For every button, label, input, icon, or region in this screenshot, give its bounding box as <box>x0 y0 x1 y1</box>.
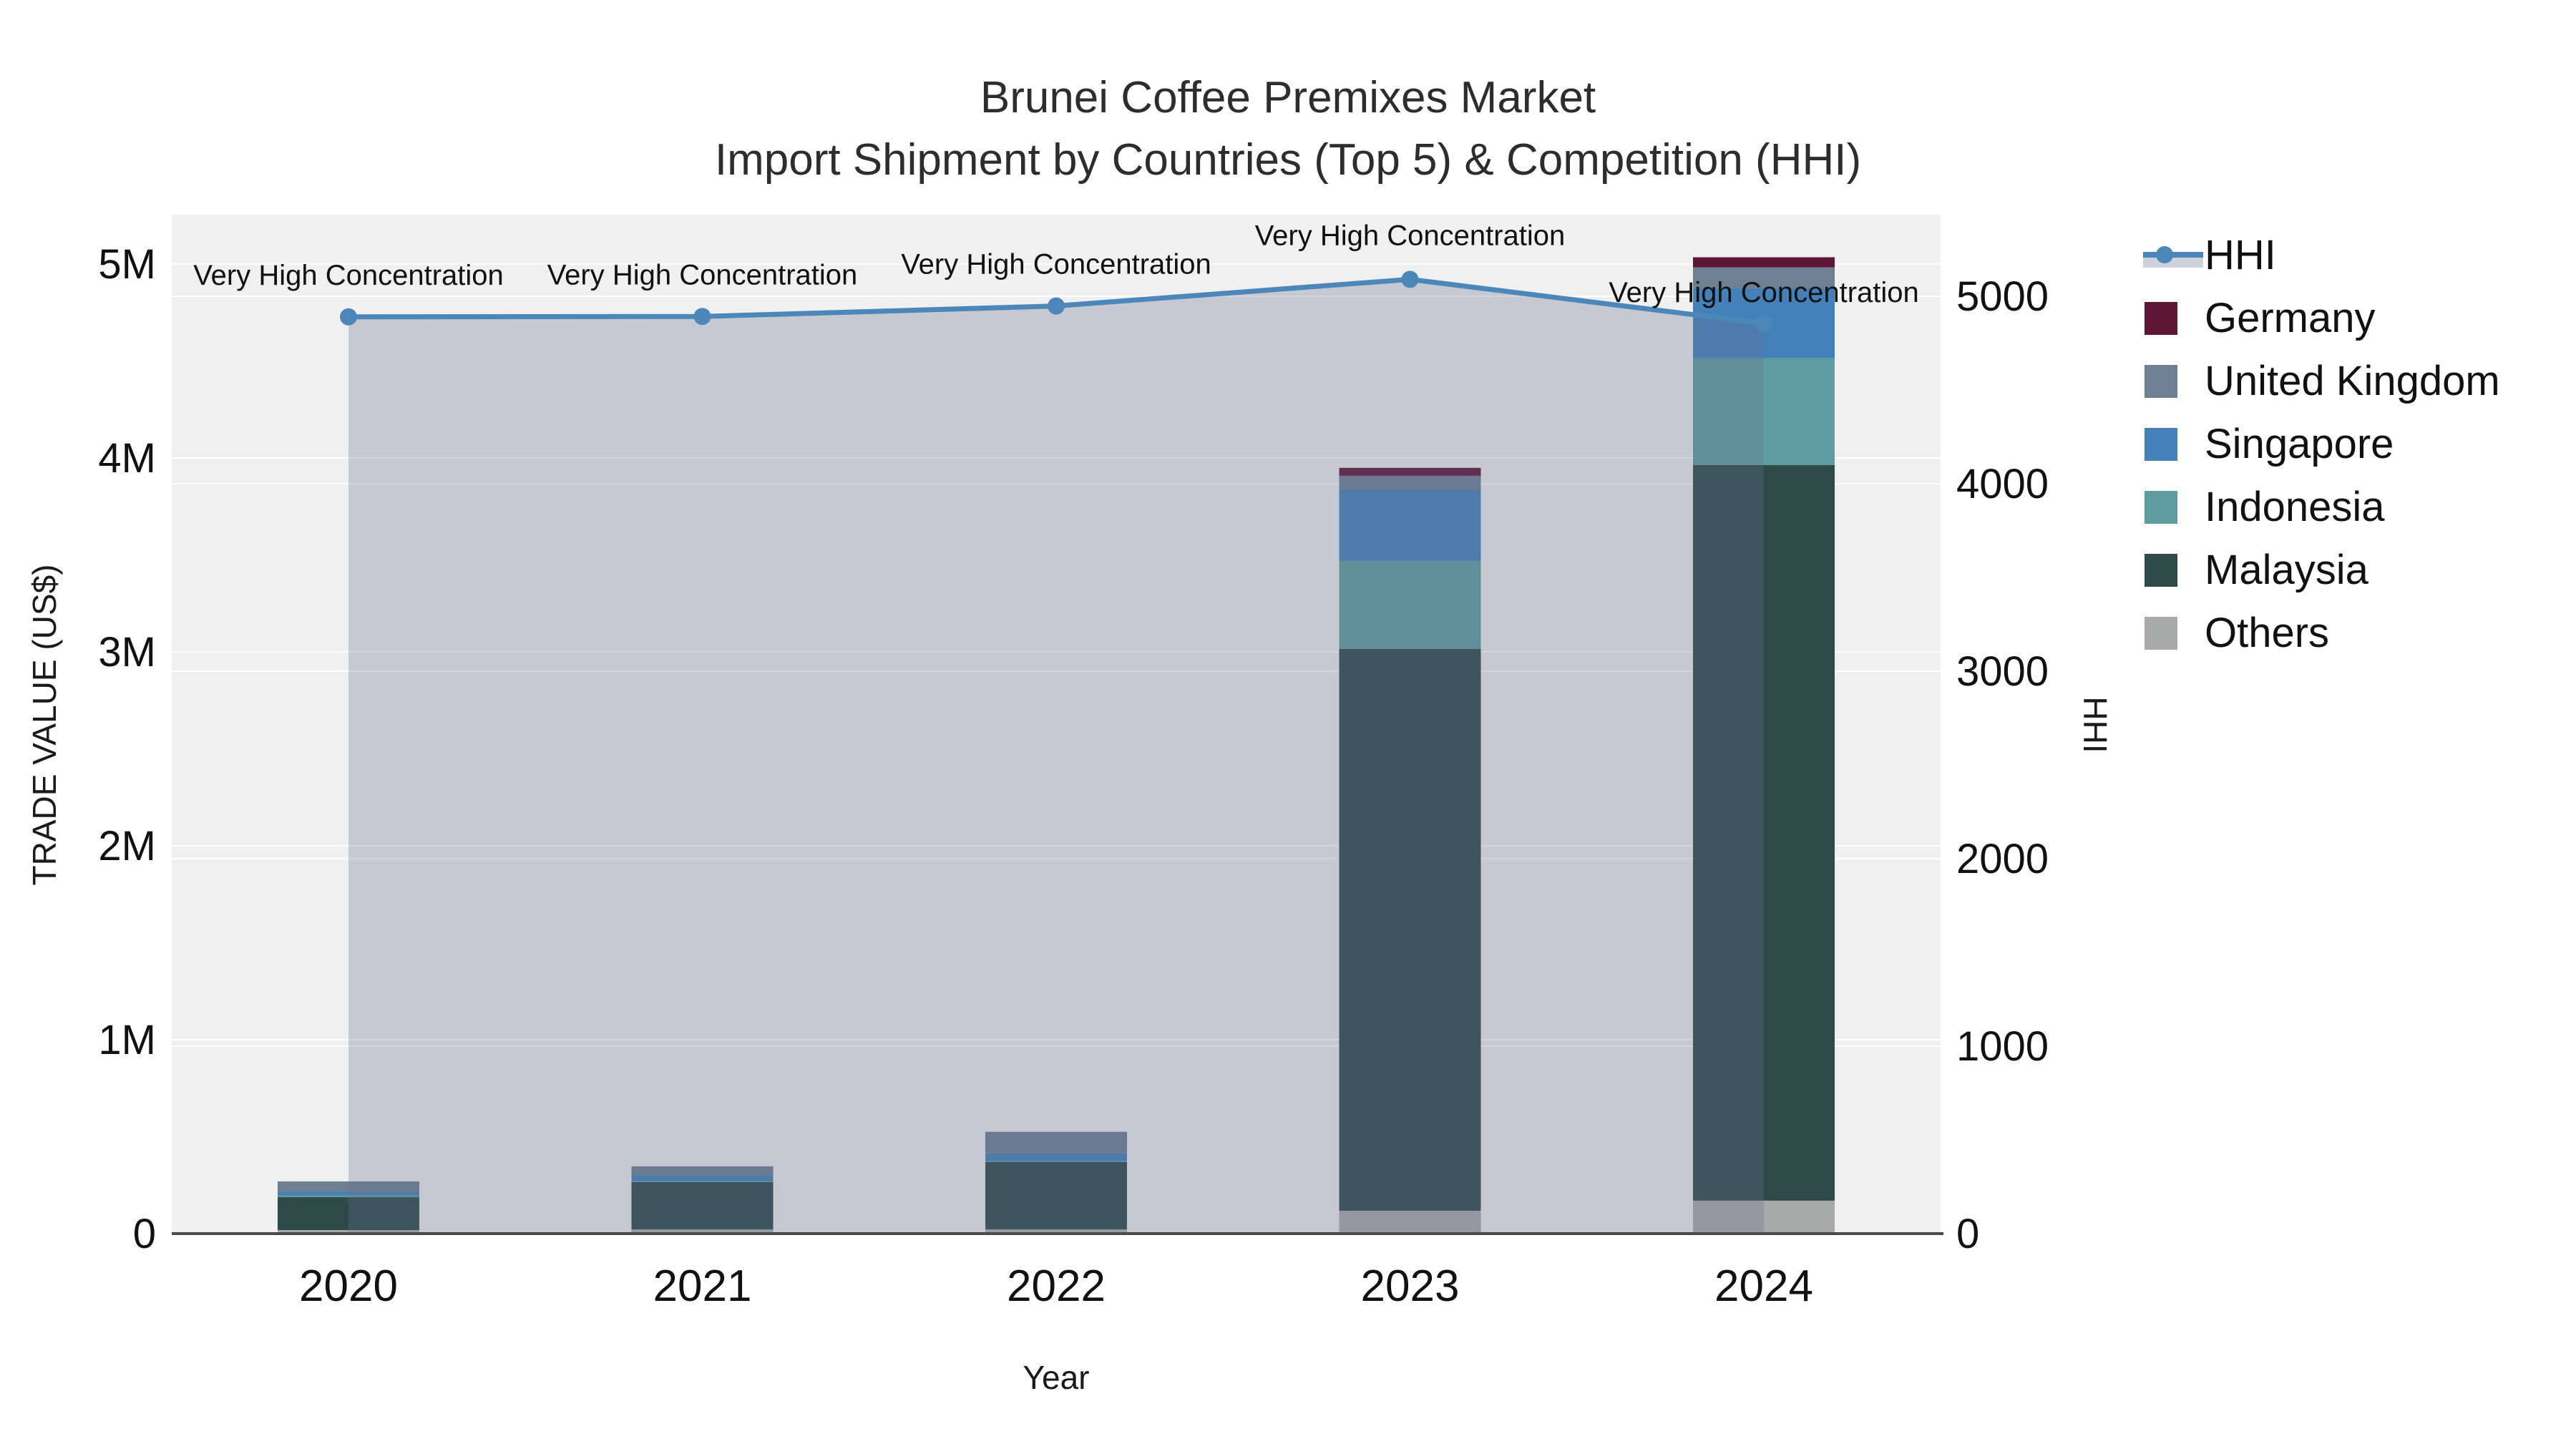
hhi-marker-2022 <box>1048 297 1065 315</box>
y-left-tick-3M: 3M <box>98 629 156 675</box>
x-tick-2020: 2020 <box>299 1262 398 1311</box>
legend-color-square <box>2145 302 2177 335</box>
y-right-tick-5000: 5000 <box>1956 273 2049 320</box>
legend-label: Indonesia <box>2205 483 2385 530</box>
chart-title-line2: Import Shipment by Countries (Top 5) & C… <box>714 135 1862 185</box>
y-right-tick-0: 0 <box>1956 1211 1979 1257</box>
y-right-tick-4000: 4000 <box>1956 461 2049 507</box>
y-right-axis-title: HHI <box>2077 696 2114 753</box>
bar-segment-2024-germany <box>1693 257 1835 268</box>
legend-item-indonesia[interactable]: Indonesia <box>2143 475 2500 538</box>
y-left-tick-5M: 5M <box>98 241 156 288</box>
y-right-tick-3000: 3000 <box>1956 648 2049 695</box>
hhi-area-fill <box>348 279 1764 1234</box>
legend-item-hhi[interactable]: HHI <box>2143 223 2500 286</box>
legend-color-square <box>2145 365 2177 398</box>
hhi-marker-2020 <box>340 308 357 326</box>
x-axis-title: Year <box>1023 1359 1090 1396</box>
germany-swatch-icon <box>2143 301 2205 335</box>
y-left-tick-4M: 4M <box>98 435 156 482</box>
legend-label: HHI <box>2205 231 2276 278</box>
x-tick-2023: 2023 <box>1361 1262 1460 1311</box>
y-right-tick-1000: 1000 <box>1956 1023 2049 1070</box>
annotation-2020: Very High Concentration <box>193 260 504 291</box>
y-left-tick-1M: 1M <box>98 1017 156 1063</box>
x-tick-2024: 2024 <box>1714 1262 1813 1311</box>
hhi-marker-2023 <box>1401 270 1419 288</box>
indonesia-swatch-icon <box>2143 489 2205 524</box>
legend-item-malaysia[interactable]: Malaysia <box>2143 538 2500 601</box>
annotation-2021: Very High Concentration <box>547 259 858 291</box>
y-right-tick-2000: 2000 <box>1956 836 2049 882</box>
legend-label: Singapore <box>2205 420 2394 467</box>
legend-color-square <box>2145 491 2177 524</box>
chart-figure: 0 1M 2M 3M 4M 5M 0 1000 2000 3000 4000 5000 2020 2021… <box>0 0 2576 1449</box>
annotation-2022: Very High Concentration <box>901 249 1211 280</box>
legend-label: Others <box>2205 609 2330 656</box>
legend-label: Germany <box>2205 294 2376 341</box>
hhi-line-swatch-icon <box>2143 238 2205 272</box>
chart-title-line1: Brunei Coffee Premixes Market <box>980 73 1596 122</box>
malaysia-swatch-icon <box>2143 552 2205 587</box>
legend-item-united-kingdom[interactable]: United Kingdom <box>2143 349 2500 412</box>
y-left-tick-0: 0 <box>133 1211 156 1257</box>
x-tick-2021: 2021 <box>653 1262 752 1311</box>
legend-item-germany[interactable]: Germany <box>2143 286 2500 349</box>
y-left-tick-2M: 2M <box>98 823 156 869</box>
legend-item-others[interactable]: Others <box>2143 601 2500 664</box>
hhi-marker-2021 <box>693 308 711 326</box>
hhi-marker-2024 <box>1755 314 1772 332</box>
legend-label: United Kingdom <box>2205 357 2500 404</box>
singapore-swatch-icon <box>2143 426 2205 461</box>
annotation-2023: Very High Concentration <box>1255 220 1566 251</box>
legend: HHI Germany United Kingdom Singapore Indones… <box>2143 223 2500 664</box>
x-tick-2022: 2022 <box>1007 1262 1106 1311</box>
annotation-2024: Very High Concentration <box>1609 277 1919 308</box>
legend-label: Malaysia <box>2205 546 2368 593</box>
plot-canvas: 0 1M 2M 3M 4M 5M 0 1000 2000 3000 4000 5000 2020 2021… <box>98 215 2049 1311</box>
others-swatch-icon <box>2143 615 2205 650</box>
legend-color-square <box>2145 617 2177 650</box>
legend-item-singapore[interactable]: Singapore <box>2143 412 2500 475</box>
legend-color-square <box>2145 554 2177 587</box>
x-tick-labels: 2020 2021 2022 2023 2024 <box>299 1262 1813 1311</box>
legend-color-square <box>2145 428 2177 461</box>
y-left-axis-title: TRADE VALUE (US$) <box>26 564 63 886</box>
united-kingdom-swatch-icon <box>2143 364 2205 398</box>
